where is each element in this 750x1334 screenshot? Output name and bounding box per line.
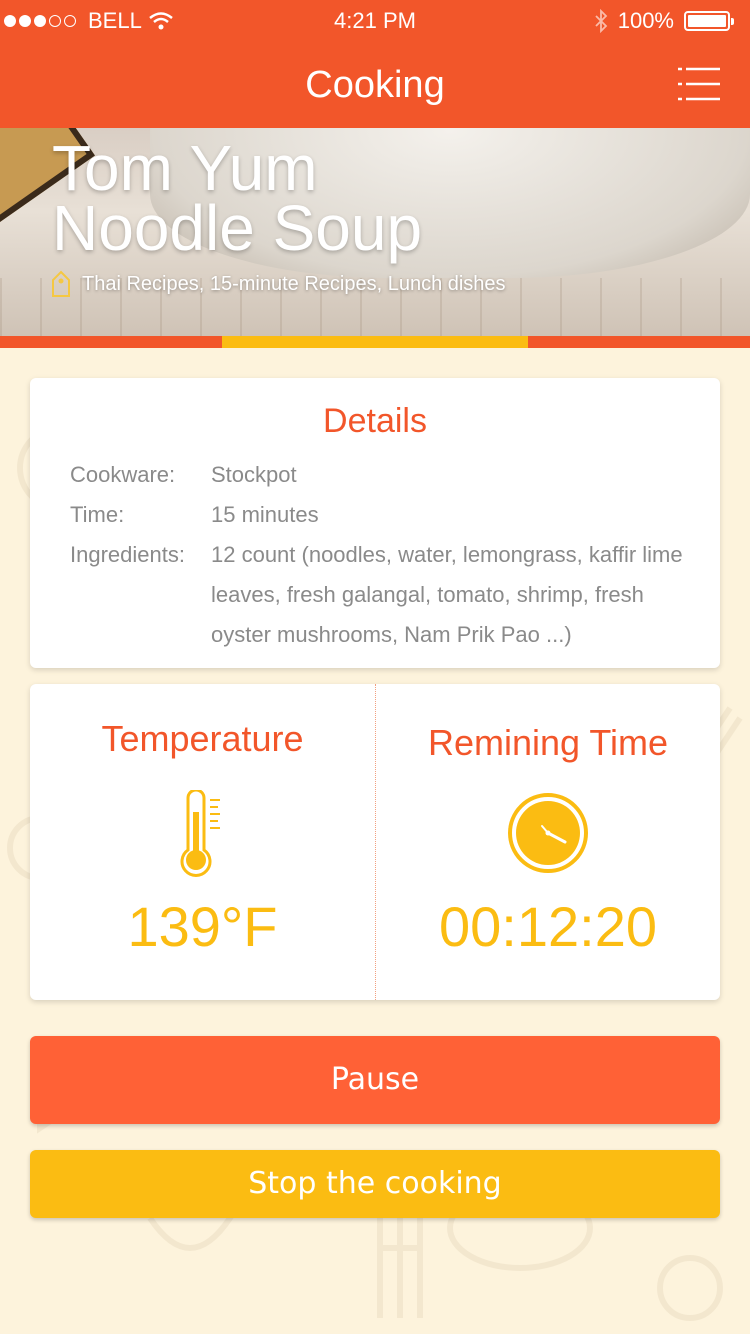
detail-key: Ingredients: (70, 542, 185, 567)
detail-value: 15 minutes (211, 502, 319, 527)
bluetooth-icon (595, 9, 607, 33)
recipe-title-line2: Noodle Soup (52, 192, 423, 264)
details-card: Details Cookware: Stockpot Time: 15 minu… (30, 378, 720, 668)
detail-key: Cookware: (70, 462, 176, 487)
details-list: Cookware: Stockpot Time: 15 minutes Ingr… (70, 455, 720, 655)
recipe-title-line1: Tom Yum (52, 132, 318, 204)
recipe-tags-text: Thai Recipes, 15-minute Recipes, Lunch d… (82, 272, 506, 295)
clock-icon (508, 793, 588, 873)
cooking-progress-segment (222, 336, 528, 348)
page-title: Cooking (305, 64, 445, 106)
battery-icon (684, 11, 734, 31)
hamburger-menu-icon[interactable] (678, 66, 720, 102)
remaining-time-panel: Remining Time 00:12:20 (375, 684, 720, 1000)
cooking-progress-bar (0, 336, 750, 348)
remaining-time-value: 00:12:20 (439, 895, 657, 958)
app-header: BELL 4:21 PM 100% Cooking (0, 0, 750, 128)
recipe-tags: Thai Recipes, 15-minute Recipes, Lunch d… (50, 270, 506, 298)
recipe-title: Tom Yum Noodle Soup (52, 132, 423, 264)
temperature-value: 139°F (127, 895, 278, 958)
details-heading: Details (323, 402, 427, 440)
status-bar: BELL 4:21 PM 100% (0, 0, 750, 40)
detail-value: Stockpot (211, 462, 297, 487)
detail-row-ingredients: Ingredients: 12 count (noodles, water, l… (70, 535, 720, 655)
detail-key: Time: (70, 502, 125, 527)
pause-button[interactable]: Pause (30, 1036, 720, 1124)
detail-row-cookware: Cookware: Stockpot (70, 455, 720, 495)
stop-cooking-button[interactable]: Stop the cooking (30, 1150, 720, 1218)
tag-icon (52, 270, 70, 297)
remaining-time-label: Remining Time (427, 722, 669, 763)
recipe-hero-image: Tom Yum Noodle Soup Thai Recipes, 15-min… (0, 128, 750, 336)
battery-percentage: 100% (617, 8, 674, 33)
temperature-panel: Temperature 139°F (30, 684, 375, 1000)
thermometer-icon (180, 790, 220, 877)
detail-value: 12 count (noodles, water, lemongrass, ka… (211, 542, 683, 647)
temperature-label: Temperature (101, 718, 304, 759)
cooking-metrics-card: Temperature 139°F Remining Time 00:12:20 (30, 684, 720, 1000)
detail-row-time: Time: 15 minutes (70, 495, 720, 535)
